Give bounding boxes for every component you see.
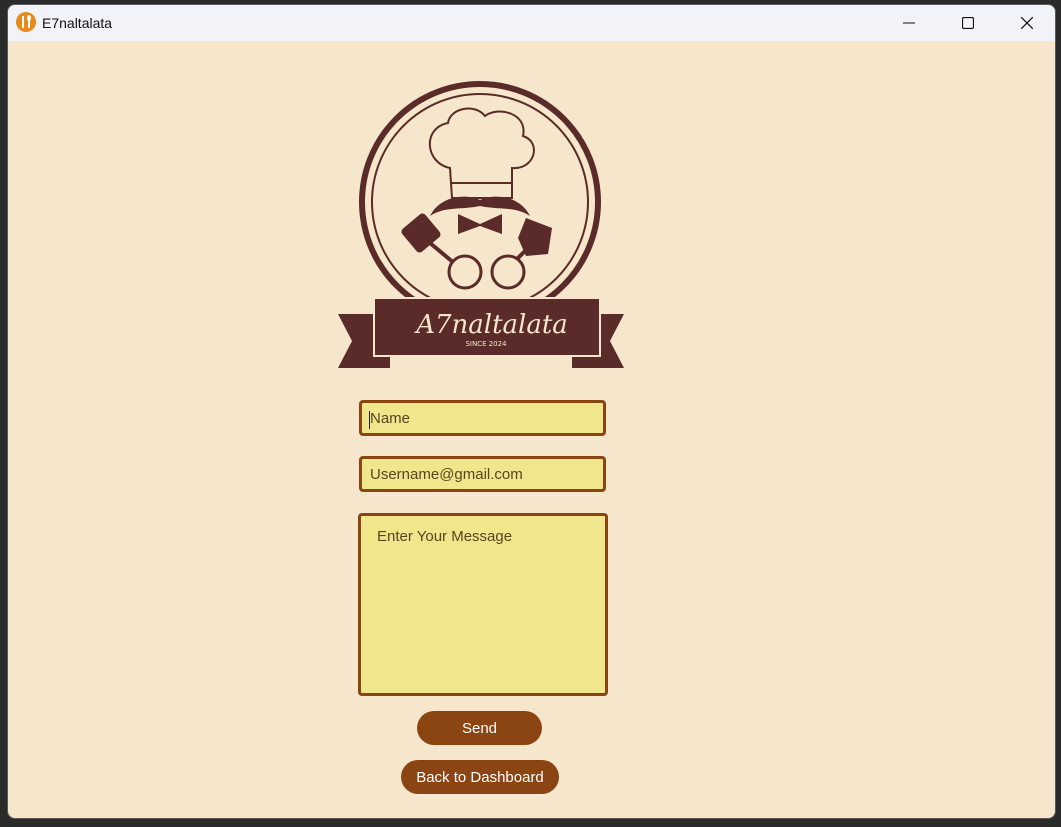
spatula-icon <box>401 213 462 270</box>
title-bar: E7naltalata <box>8 5 1055 41</box>
app-icon <box>16 12 36 32</box>
back-to-dashboard-button[interactable]: Back to Dashboard <box>401 760 559 794</box>
minimize-icon <box>903 22 915 24</box>
window-title: E7naltalata <box>42 15 113 31</box>
brand-since: SINCE 2024 <box>465 340 507 348</box>
maximize-icon <box>962 17 974 29</box>
maximize-button[interactable] <box>939 5 997 41</box>
minimize-button[interactable] <box>880 5 938 41</box>
chef-hat-icon <box>428 107 535 199</box>
app-window: E7naltalata A7naltalata SINCE 2024 Name … <box>7 4 1056 819</box>
hands-icon <box>447 254 526 290</box>
text-caret <box>369 411 370 429</box>
send-button[interactable]: Send <box>417 711 542 745</box>
email-input[interactable] <box>359 456 606 492</box>
bowtie-icon <box>458 214 502 234</box>
close-button[interactable] <box>998 5 1055 41</box>
restaurant-logo: A7naltalata SINCE 2024 <box>338 81 624 368</box>
name-input[interactable] <box>359 400 606 436</box>
mustache-icon <box>430 196 530 216</box>
message-textarea[interactable] <box>358 513 608 696</box>
brand-name: A7naltalata <box>414 310 568 340</box>
logo-emblem <box>359 81 601 323</box>
close-icon <box>1021 17 1033 29</box>
